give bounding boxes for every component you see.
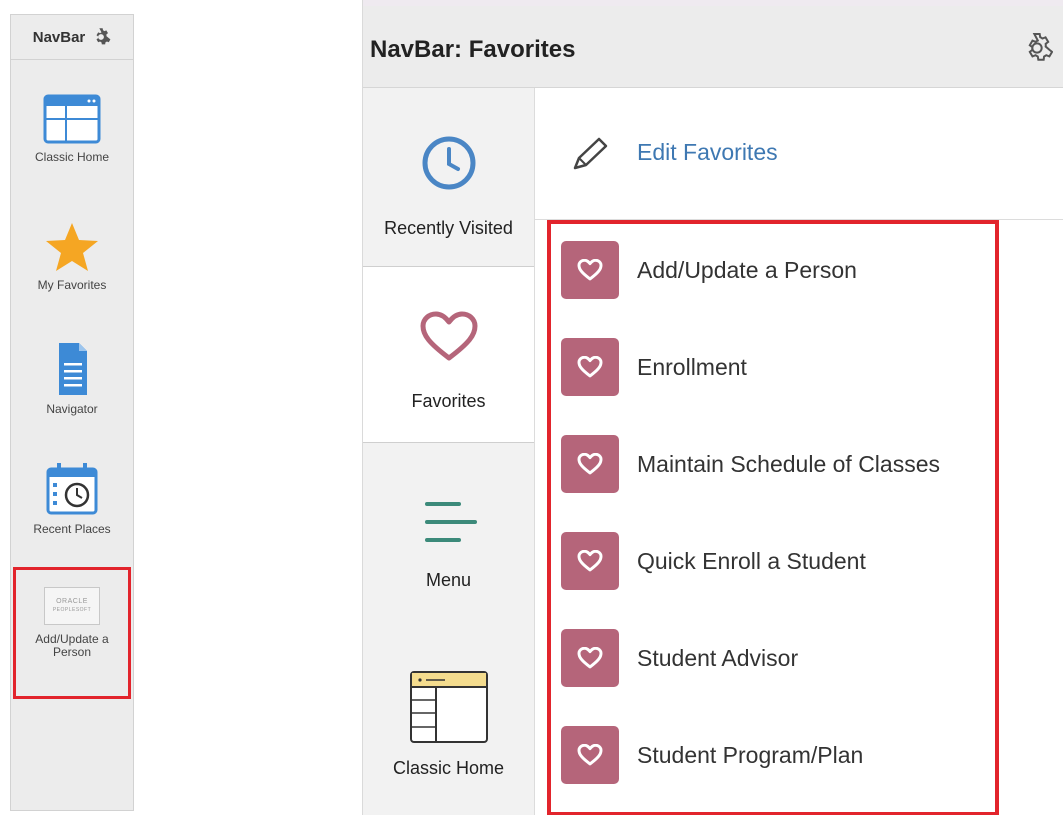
list-item-label: Maintain Schedule of Classes xyxy=(637,450,940,477)
panel-header: NavBar: Favorites xyxy=(363,6,1063,88)
pencil-icon xyxy=(573,137,608,170)
list-item[interactable]: Student Program/Plan xyxy=(547,725,999,785)
tab-classic-home[interactable]: Classic Home xyxy=(363,670,534,779)
mini-item-label: Navigator xyxy=(46,402,98,416)
menu-icon xyxy=(424,502,477,542)
mini-item-label: Classic Home xyxy=(34,150,109,164)
favorite-badge xyxy=(561,629,619,687)
tab-menu[interactable]: Menu xyxy=(363,500,534,591)
heart-icon xyxy=(420,311,477,361)
star-icon xyxy=(46,223,98,271)
navbar-panel: NavBar: Favorites Recently Visited Favor… xyxy=(362,0,1063,815)
navbar-tabs: Recently Visited Favorites Menu Classic … xyxy=(363,88,535,815)
mini-item-navigator[interactable]: Navigator xyxy=(11,341,133,416)
gear-icon[interactable] xyxy=(1021,32,1053,64)
favorites-list: Add/Update a Person Enrollment Maintain … xyxy=(547,220,999,815)
classic-home-icon xyxy=(409,671,488,743)
favorite-badge xyxy=(561,726,619,784)
classic-home-icon xyxy=(43,94,101,144)
heart-icon xyxy=(577,744,603,766)
list-item-label: Student Advisor xyxy=(637,644,799,671)
clock-icon xyxy=(422,136,475,190)
favorite-badge xyxy=(561,338,619,396)
tab-favorites[interactable]: Favorites xyxy=(363,267,534,442)
tab-label: Menu xyxy=(425,570,472,590)
page-title: NavBar: Favorites xyxy=(370,36,576,63)
document-icon xyxy=(59,343,87,395)
mini-item-label: My Favorites xyxy=(37,278,107,292)
heart-icon xyxy=(577,356,603,378)
tab-label: Favorites xyxy=(411,391,486,411)
edit-favorites-row[interactable]: Edit Favorites xyxy=(535,88,1063,220)
calendar-clock-icon xyxy=(46,463,98,515)
mini-navbar: NavBar Classic Home My Favorites Navigat… xyxy=(10,14,134,811)
favorite-badge xyxy=(561,532,619,590)
list-item-label: Student Program/Plan xyxy=(637,741,864,768)
edit-favorites-link[interactable]: Edit Favorites xyxy=(637,139,778,166)
list-item-label: Add/Update a Person xyxy=(637,256,857,283)
mini-item-classic-home[interactable]: Classic Home xyxy=(11,93,133,164)
mini-item-recent-places[interactable]: Recent Places xyxy=(11,461,133,536)
favorite-badge xyxy=(561,241,619,299)
divider xyxy=(363,442,534,443)
tab-label: Recently Visited xyxy=(384,218,513,238)
tab-label: Classic Home xyxy=(392,758,505,778)
mini-item-my-favorites[interactable]: My Favorites xyxy=(11,221,133,292)
mini-item-label: Recent Places xyxy=(33,522,111,536)
list-item[interactable]: Enrollment xyxy=(547,337,999,397)
highlight-box xyxy=(13,567,131,699)
gear-icon[interactable] xyxy=(91,27,111,47)
mini-navbar-header: NavBar xyxy=(11,15,133,60)
list-item[interactable]: Add/Update a Person xyxy=(547,240,999,300)
mini-navbar-title: NavBar xyxy=(32,28,86,46)
tab-recently-visited[interactable]: Recently Visited xyxy=(363,134,534,239)
list-item-label: Enrollment xyxy=(637,353,747,380)
list-item-label: Quick Enroll a Student xyxy=(637,547,866,574)
heart-icon xyxy=(577,647,603,669)
list-item[interactable]: Student Advisor xyxy=(547,628,999,688)
list-item[interactable]: Quick Enroll a Student xyxy=(547,531,999,591)
heart-icon xyxy=(577,453,603,475)
heart-icon xyxy=(577,550,603,572)
favorite-badge xyxy=(561,435,619,493)
list-item[interactable]: Maintain Schedule of Classes xyxy=(547,434,999,494)
heart-icon xyxy=(577,259,603,281)
